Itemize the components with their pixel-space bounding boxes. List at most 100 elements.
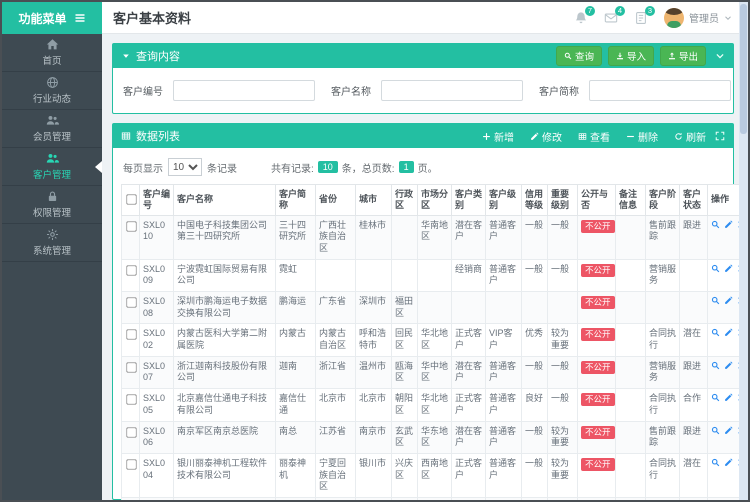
select-all-checkbox[interactable] [126,194,137,205]
customer-name-input[interactable] [381,80,523,101]
row-checkbox[interactable] [126,264,137,276]
add-button[interactable]: 新增 [482,129,514,144]
row-checkbox[interactable] [126,459,137,470]
cell-importance: 较为重要 [547,420,578,454]
data-list-panel: 数据列表 新增 修改 查看 删除 刷新 每页显示 10 条记录 共有记录: 10 条， … [112,123,748,500]
cell-no: SXL003 [139,496,174,500]
cell-name: 银川丽泰神机工程软件技术有限公司 [173,452,276,498]
customer-abbr-input[interactable] [589,80,731,101]
view-button[interactable] [711,220,720,233]
collapse-chevron-icon[interactable] [715,51,725,61]
cell-remark [615,291,646,325]
row-select-cell [121,388,140,422]
messages-button[interactable]: 4 [604,5,625,25]
edit-button[interactable] [724,220,733,233]
cell-no: SXL005 [139,388,174,422]
cell-city: 桂林市 [355,214,392,260]
refresh-button[interactable]: 刷新 [674,129,706,144]
cell-abbr: 内蒙古 [275,323,316,357]
customer-no-input[interactable] [173,80,315,101]
scrollbar-track[interactable] [739,2,748,500]
edit-button[interactable] [724,296,733,309]
cell-remark [615,420,646,454]
query-panel: 查询内容 查询导入导出 客户编号客户名称客户简称公司地址 [112,43,748,114]
edit-button[interactable] [724,426,733,439]
column-header-remark: 备注信息 [615,184,646,216]
view-button[interactable] [711,426,720,439]
row-checkbox[interactable] [126,329,137,341]
row-checkbox[interactable] [126,394,137,405]
notifications-button[interactable]: 7 [574,5,595,25]
cell-level: 普通客户 [485,452,522,498]
cell-name: 中国电子科技集团公司第三十四研究所 [173,214,276,260]
edit-button[interactable] [724,361,733,374]
cell-province: 北京市 [315,388,356,422]
table-row: SXL005 北京嘉信仕通电子科技有限公司 嘉信仕通 北京市 北京市 朝阳区 华北地区 正式客… [121,388,748,422]
import-button-label: 导入 [626,52,646,63]
cell-status [679,291,708,325]
row-checkbox[interactable] [126,297,137,308]
view-button[interactable] [711,393,720,406]
cell-abbr: 嘉信仕通 [275,388,316,422]
main-area: 客户基本资料 743 管理员 查询内容 查询导入导出 客户编号客户名称客户简称公… [102,2,748,500]
avatar [664,7,684,28]
export-button[interactable]: 导出 [659,46,706,66]
hamburger-menu-icon[interactable] [74,12,86,24]
delete-button[interactable]: 删除 [626,129,658,144]
view-button[interactable] [711,361,720,374]
cell-remark [615,258,646,293]
grid-icon [578,132,587,141]
edit-button[interactable]: 修改 [530,129,562,144]
column-header-city: 城市 [355,184,392,216]
documents-button[interactable]: 3 [634,5,655,25]
cell-level: VIP客户 [485,323,522,357]
cell-abbr: 南总 [275,420,316,454]
edit-button[interactable] [724,458,733,471]
users-icon [46,114,59,127]
scrollbar-thumb[interactable] [740,4,747,134]
sidebar-item-customer-management[interactable]: 客户管理 [2,148,102,186]
cell-stage: 合同执行 [645,323,680,357]
content: 查询内容 查询导入导出 客户编号客户名称客户简称公司地址 数据列表 新增修改查看… [102,34,748,500]
cell-province: 内蒙古自治区 [315,323,356,357]
cell-city: 温州市 [355,355,392,390]
expand-icon[interactable] [715,131,725,141]
edit-button[interactable] [724,264,733,277]
row-checkbox[interactable] [126,362,137,373]
cell-credit: 一般 [521,214,548,260]
sidebar-item-permission-management[interactable]: 权限管理 [2,186,102,224]
user-menu[interactable]: 管理员 [664,7,732,28]
view-button[interactable] [711,328,720,341]
query-field-customer-abbr: 客户简称 [539,80,747,101]
cell-status: 潜在 [679,323,708,357]
cell-importance: 较为重要 [547,323,578,357]
sidebar-item-industry-news[interactable]: 行业动态 [2,72,102,110]
row-checkbox[interactable] [126,426,137,438]
sidebar-menu: 首页 行业动态 会员管理 客户管理 权限管理 系统管理 [2,34,102,262]
cell-stage: 售后服务 [645,496,680,500]
edit-button[interactable] [724,328,733,341]
search-button[interactable]: 查询 [555,46,602,66]
cell-district: 从化市 [391,496,418,500]
view-button[interactable] [711,296,720,309]
cell-status: 跟进 [679,420,708,454]
row-checkbox[interactable] [126,220,137,232]
edit-button[interactable] [724,393,733,406]
cell-credit: 一般 [521,420,548,454]
sidebar-item-system-management[interactable]: 系统管理 [2,224,102,262]
column-header-district: 行政区 [391,184,418,216]
users-icon [46,152,59,165]
cell-province: 江苏省 [315,420,356,454]
cell-stage: 营销服务 [645,258,680,293]
query-panel-title: 查询内容 [136,51,180,63]
cell-remark [615,323,646,357]
sidebar-item-member-management[interactable]: 会员管理 [2,110,102,148]
column-header-name: 客户名称 [173,184,276,216]
sidebar-item-home[interactable]: 首页 [2,34,102,72]
view-button[interactable]: 查看 [578,129,610,144]
view-button[interactable] [711,264,720,277]
page-size-select[interactable]: 10 [168,158,202,176]
view-button[interactable] [711,458,720,471]
import-button[interactable]: 导入 [607,46,654,66]
cell-category: 合作伙伴 [451,496,486,500]
